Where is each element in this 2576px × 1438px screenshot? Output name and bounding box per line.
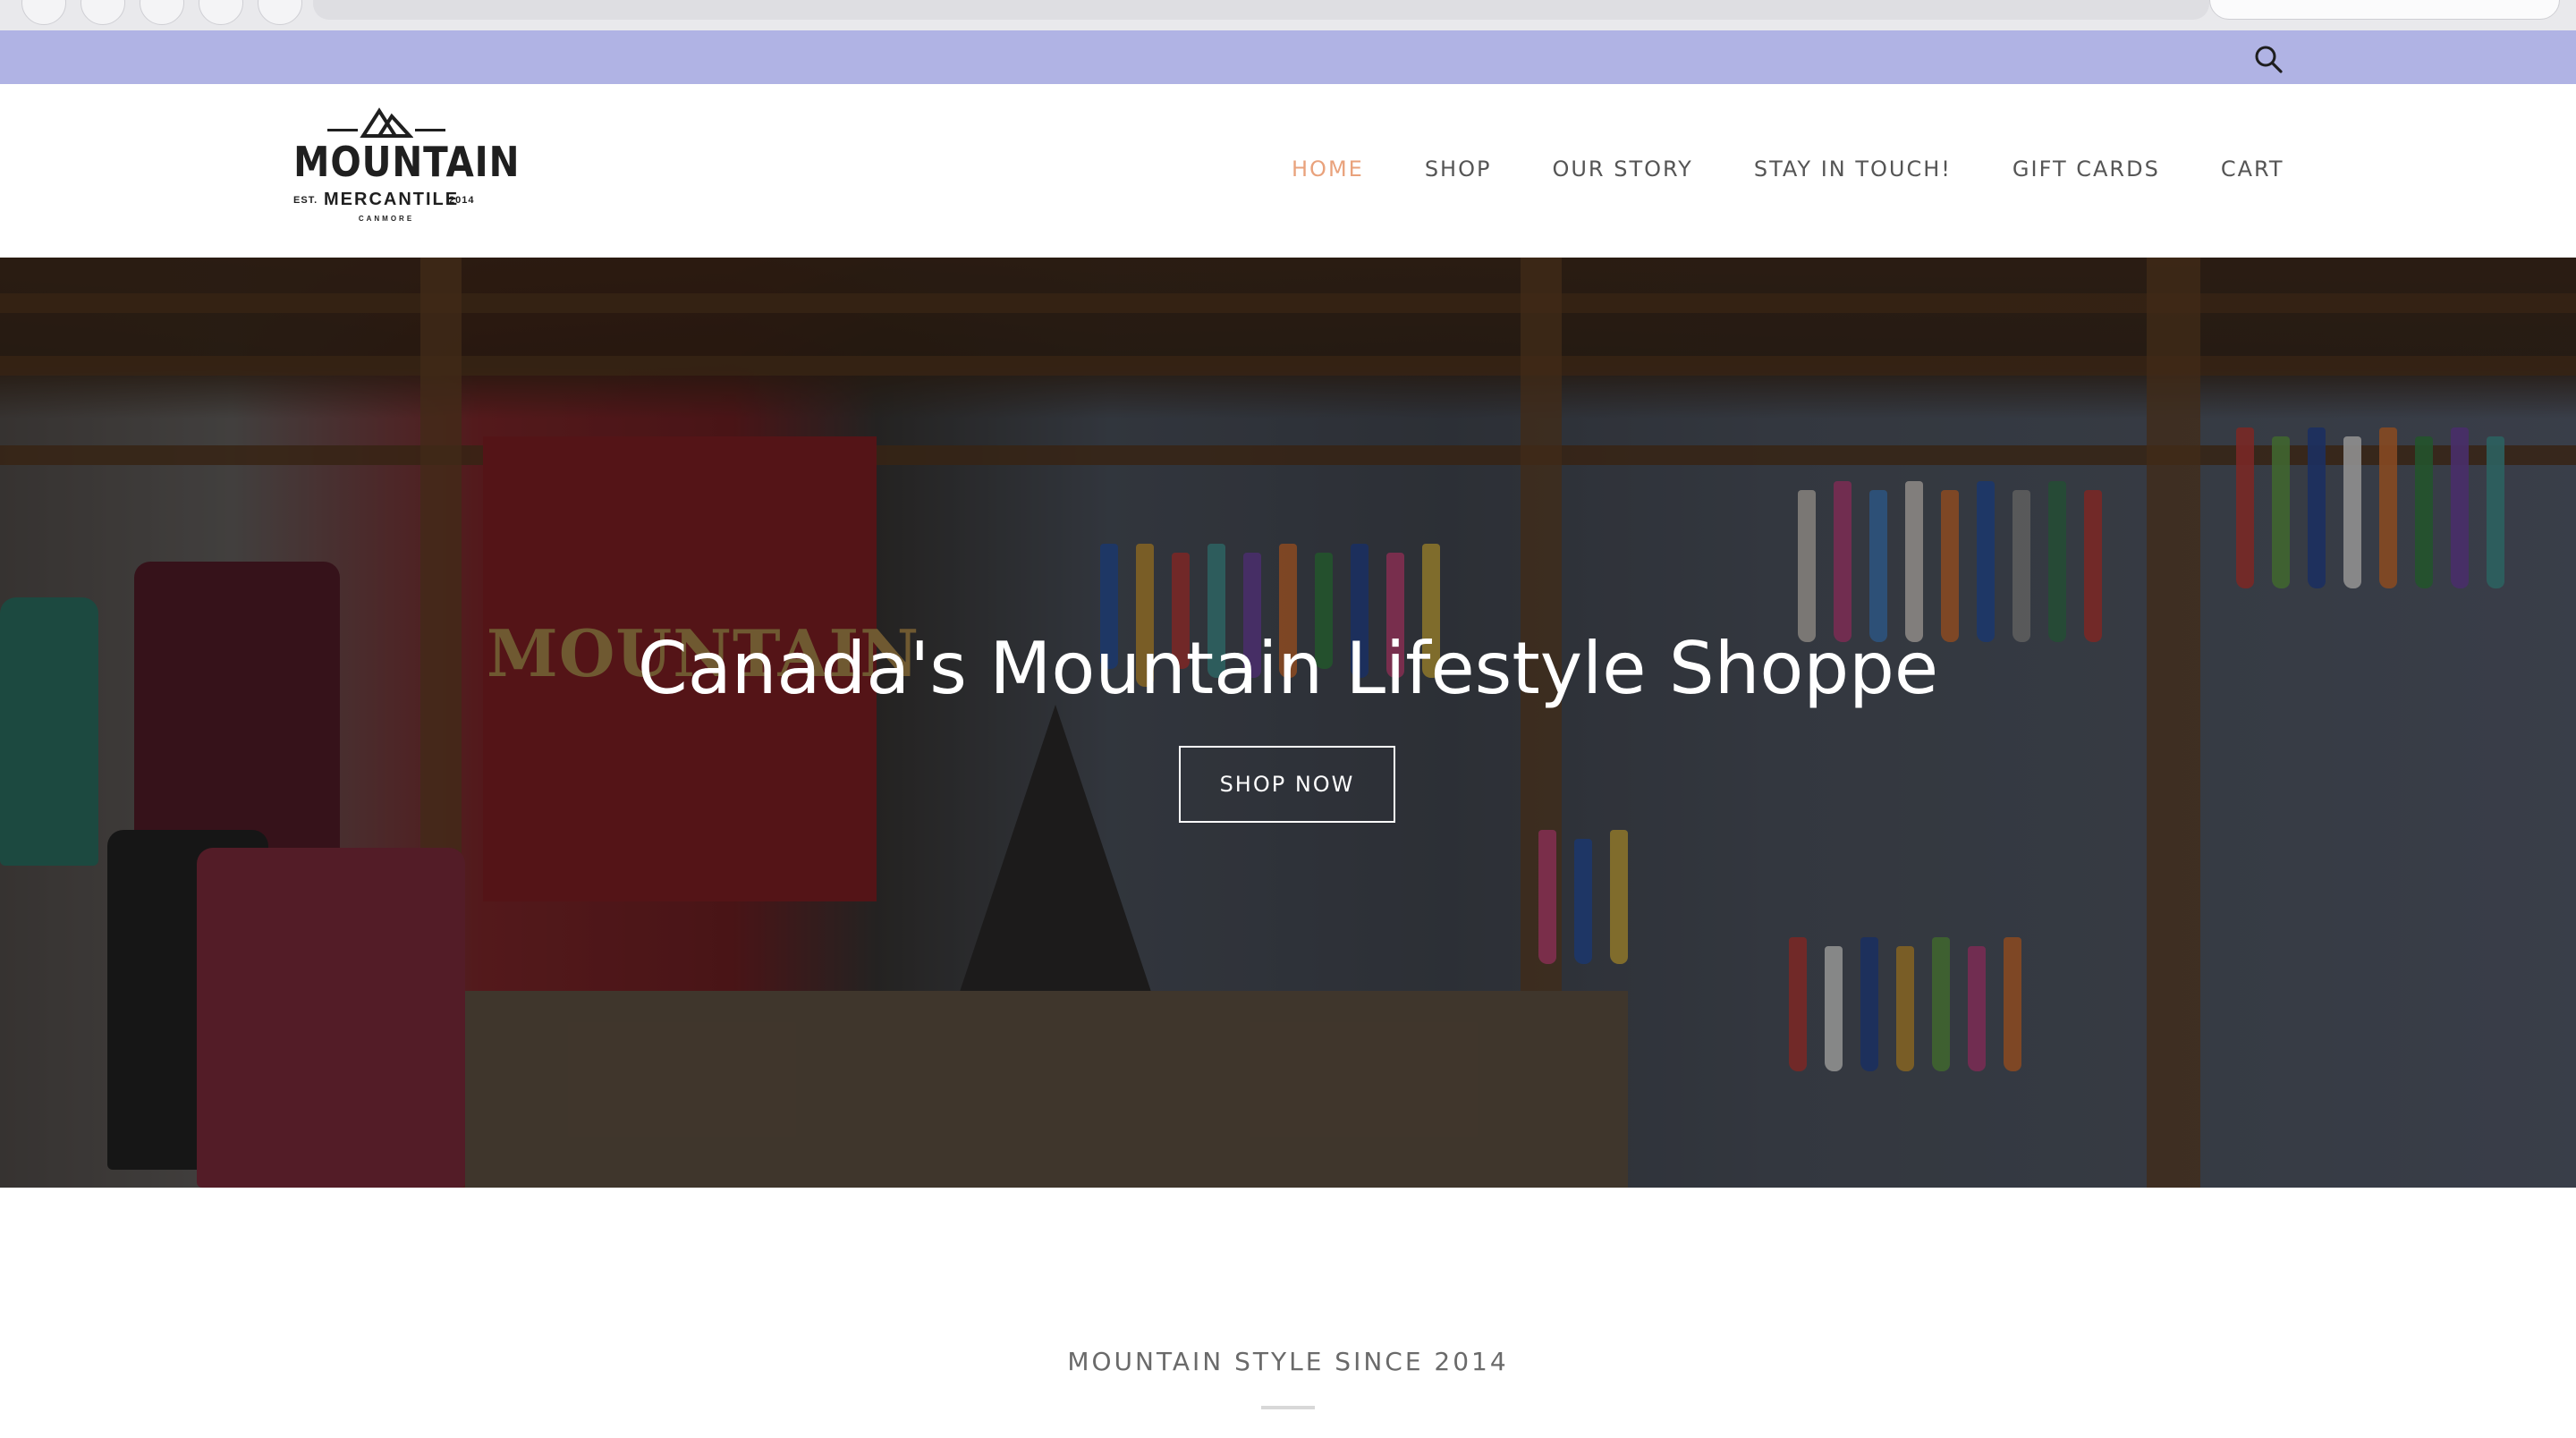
logo-wordmark: MOUNTAIN [293,138,521,186]
hero-banner: MOUNTAIN Canada's Mountain Lifestyle Sho… [0,258,2576,1188]
browser-extension-icon[interactable] [199,0,243,25]
hero-title: Canada's Mountain Lifestyle Shoppe [637,627,1939,710]
nav-shop[interactable]: SHOP [1425,156,1492,182]
logo-rule [327,129,358,131]
browser-back-button[interactable] [21,0,66,25]
logo-subtitle: MERCANTILE [324,190,460,209]
browser-tab-strip[interactable] [313,0,2209,20]
browser-extension-icon[interactable] [140,0,184,25]
nav-cart[interactable]: CART [2221,156,2284,182]
browser-extension-icon[interactable] [80,0,125,25]
logo-year: 2014 [449,195,475,206]
main-nav: HOME SHOP OUR STORY STAY IN TOUCH! GIFT … [1292,156,2284,182]
logo-rule [415,129,445,131]
site-header: MOUNTAIN EST. MERCANTILE 2014 CANMORE HO… [0,84,2576,258]
shop-now-button[interactable]: SHOP NOW [1179,746,1395,823]
logo-town: CANMORE [358,215,415,223]
nav-gift-cards[interactable]: GIFT CARDS [2012,156,2160,182]
mountain-logo-icon [360,107,413,138]
nav-stay-in-touch[interactable]: STAY IN TOUCH! [1754,156,1952,182]
search-icon [2255,46,2283,73]
site-logo[interactable]: MOUNTAIN EST. MERCANTILE 2014 CANMORE [281,107,521,233]
search-button[interactable] [2250,41,2286,77]
section-divider [1261,1406,1315,1409]
browser-address-bar[interactable] [2209,0,2560,20]
browser-extension-icon[interactable] [258,0,302,25]
announcement-bar [0,30,2576,84]
browser-chrome [0,0,2576,31]
nav-home[interactable]: HOME [1292,156,1364,182]
hero-dim-overlay [0,258,2576,1188]
section-tagline: MOUNTAIN STYLE SINCE 2014 [1067,1347,1509,1376]
logo-est: EST. [293,195,318,206]
nav-our-story[interactable]: OUR STORY [1552,156,1692,182]
